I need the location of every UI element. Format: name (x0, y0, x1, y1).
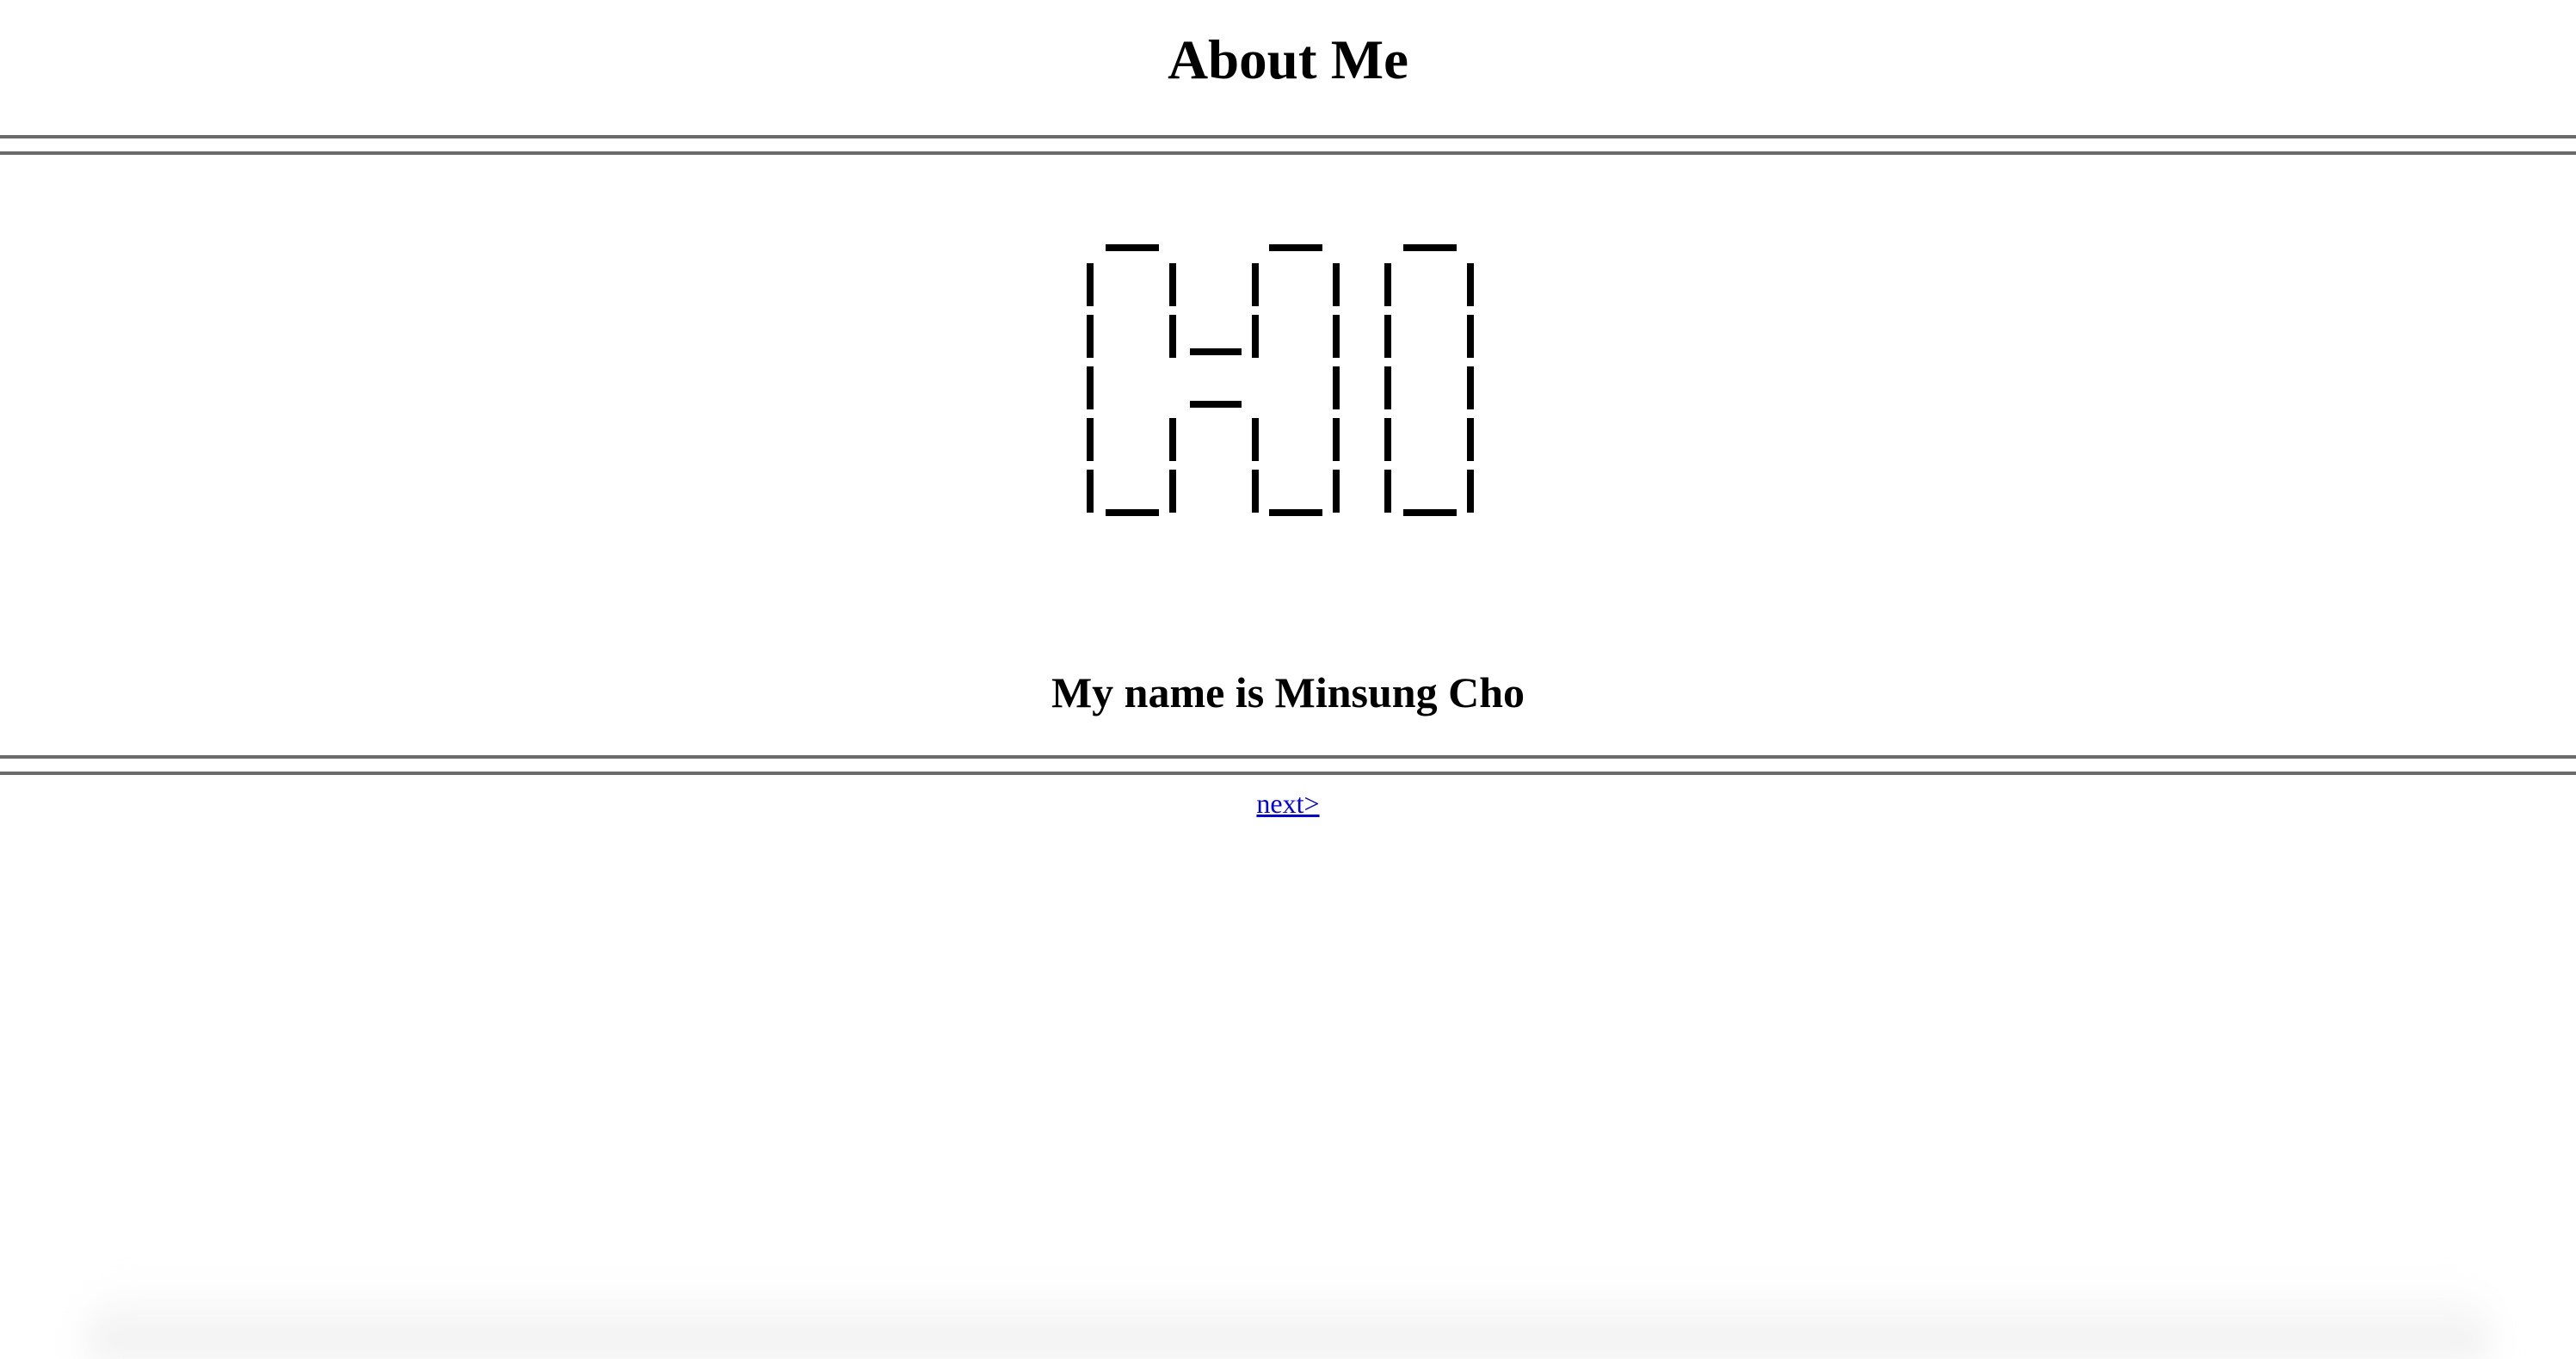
window-bottom-shadow (86, 1282, 2490, 1359)
ascii-art-cho (0, 205, 2576, 532)
bottom-divider-1 (0, 755, 2576, 759)
bottom-divider-2 (0, 772, 2576, 775)
top-divider-1 (0, 135, 2576, 138)
about-me-page: About Me My name is Minsung Cho next> (0, 0, 2576, 1359)
page-title: About Me (1168, 29, 1408, 91)
next-link-container: next> (0, 784, 2576, 822)
top-divider-2 (0, 151, 2576, 155)
name-heading: My name is Minsung Cho (1051, 668, 1525, 716)
ascii-art-drawing (1087, 244, 1474, 516)
next-link[interactable]: next> (1256, 788, 1319, 819)
